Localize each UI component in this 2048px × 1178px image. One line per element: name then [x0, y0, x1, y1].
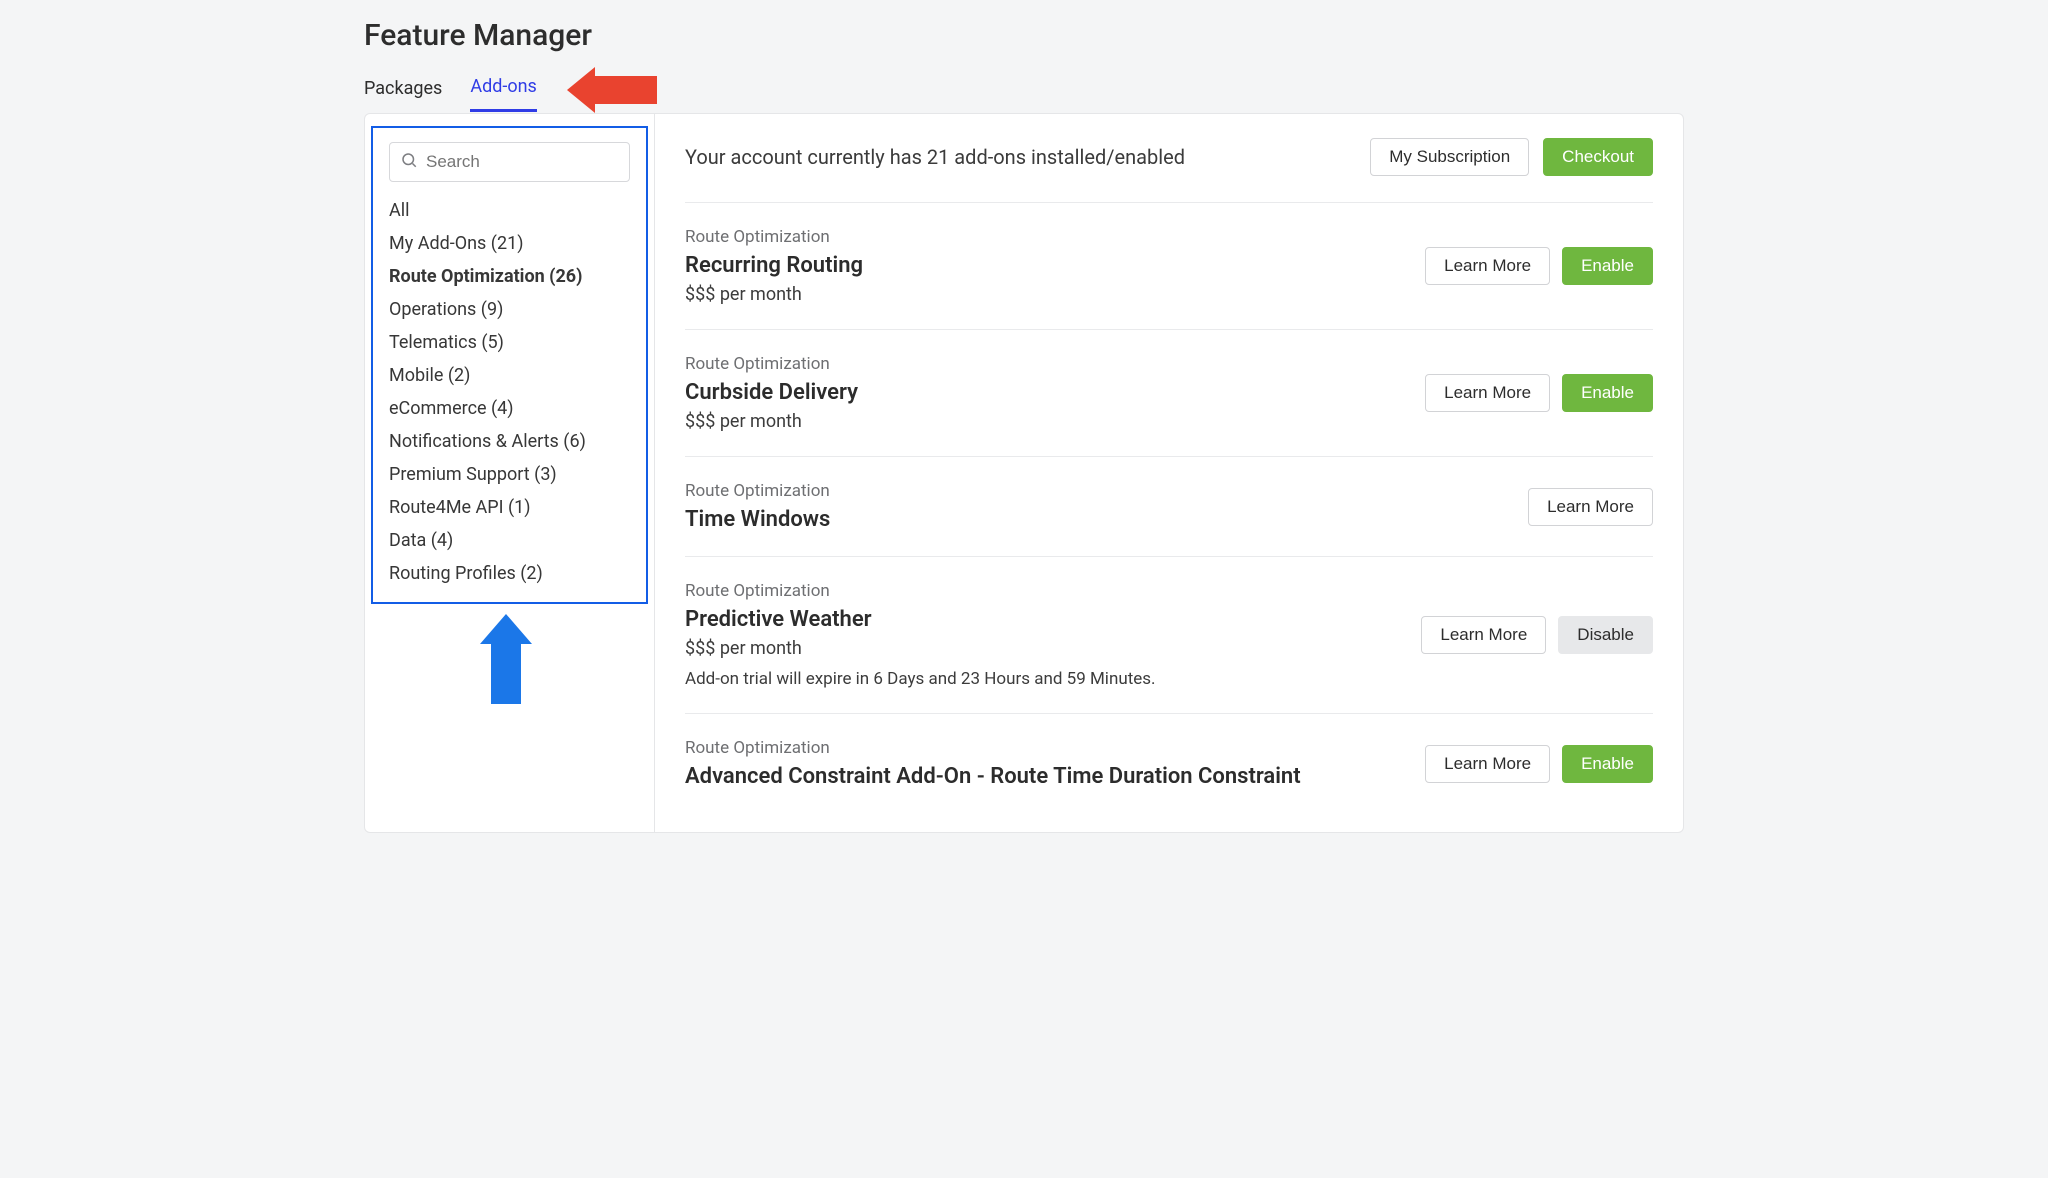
addon-category: Route Optimization	[685, 581, 1401, 601]
sidebar-highlight-box: All My Add-Ons (21) Route Optimization (26…	[371, 126, 648, 604]
addon-price: $$$ per month	[685, 411, 1405, 432]
my-subscription-button[interactable]: My Subscription	[1370, 138, 1529, 176]
annotation-arrow-addons	[567, 67, 657, 113]
addon-list: Route Optimization Recurring Routing $$$ p…	[685, 203, 1653, 813]
category-item[interactable]: Notifications & Alerts (6)	[389, 431, 630, 452]
main-panel: All My Add-Ons (21) Route Optimization (26…	[364, 113, 1684, 833]
addon-price: $$$ per month	[685, 284, 1405, 305]
category-item[interactable]: Premium Support (3)	[389, 464, 630, 485]
search-icon	[400, 151, 426, 173]
annotation-arrow-categories	[481, 614, 531, 704]
enable-button[interactable]: Enable	[1562, 247, 1653, 285]
addon-row: Route Optimization Advanced Constraint Ad…	[685, 714, 1653, 813]
enable-button[interactable]: Enable	[1562, 745, 1653, 783]
category-item[interactable]: Data (4)	[389, 530, 630, 551]
addon-row: Route Optimization Predictive Weather $$$ …	[685, 557, 1653, 714]
learn-more-button[interactable]: Learn More	[1425, 745, 1550, 783]
addon-price: $$$ per month	[685, 638, 1401, 659]
learn-more-button[interactable]: Learn More	[1425, 374, 1550, 412]
category-item[interactable]: eCommerce (4)	[389, 398, 630, 419]
addon-title: Curbside Delivery	[685, 380, 1405, 405]
addon-title: Advanced Constraint Add-On - Route Time …	[685, 764, 1405, 789]
learn-more-button[interactable]: Learn More	[1425, 247, 1550, 285]
addon-row: Route Optimization Curbside Delivery $$$ p…	[685, 330, 1653, 457]
learn-more-button[interactable]: Learn More	[1528, 488, 1653, 526]
search-input-wrap[interactable]	[389, 142, 630, 182]
addon-category: Route Optimization	[685, 481, 1508, 501]
addon-title: Predictive Weather	[685, 607, 1401, 632]
category-list: All My Add-Ons (21) Route Optimization (26…	[389, 200, 630, 584]
learn-more-button[interactable]: Learn More	[1421, 616, 1546, 654]
search-input[interactable]	[426, 152, 619, 172]
content-scroll[interactable]: Your account currently has 21 add-ons in…	[655, 114, 1683, 832]
category-item[interactable]: Route Optimization (26)	[389, 266, 630, 287]
category-item[interactable]: All	[389, 200, 630, 221]
addon-title: Recurring Routing	[685, 253, 1405, 278]
addon-category: Route Optimization	[685, 738, 1405, 758]
sidebar: All My Add-Ons (21) Route Optimization (26…	[365, 114, 655, 832]
disable-button[interactable]: Disable	[1558, 616, 1653, 654]
addon-row: Route Optimization Recurring Routing $$$ p…	[685, 203, 1653, 330]
installed-count-text: Your account currently has 21 add-ons in…	[685, 145, 1185, 169]
content-topbar: Your account currently has 21 add-ons in…	[685, 138, 1653, 203]
addon-category: Route Optimization	[685, 354, 1405, 374]
tabs: Packages Add-ons	[364, 73, 1684, 113]
checkout-button[interactable]: Checkout	[1543, 138, 1653, 176]
category-item[interactable]: Route4Me API (1)	[389, 497, 630, 518]
addon-title: Time Windows	[685, 507, 1508, 532]
addon-note: Add-on trial will expire in 6 Days and 2…	[685, 669, 1401, 689]
category-item[interactable]: My Add-Ons (21)	[389, 233, 630, 254]
category-item[interactable]: Telematics (5)	[389, 332, 630, 353]
category-item[interactable]: Routing Profiles (2)	[389, 563, 630, 584]
page-title: Feature Manager	[364, 0, 1684, 73]
enable-button[interactable]: Enable	[1562, 374, 1653, 412]
tab-packages[interactable]: Packages	[364, 76, 442, 111]
category-item[interactable]: Operations (9)	[389, 299, 630, 320]
tab-addons[interactable]: Add-ons	[470, 74, 537, 112]
category-item[interactable]: Mobile (2)	[389, 365, 630, 386]
addon-category: Route Optimization	[685, 227, 1405, 247]
addon-row: Route Optimization Time Windows Learn More	[685, 457, 1653, 557]
